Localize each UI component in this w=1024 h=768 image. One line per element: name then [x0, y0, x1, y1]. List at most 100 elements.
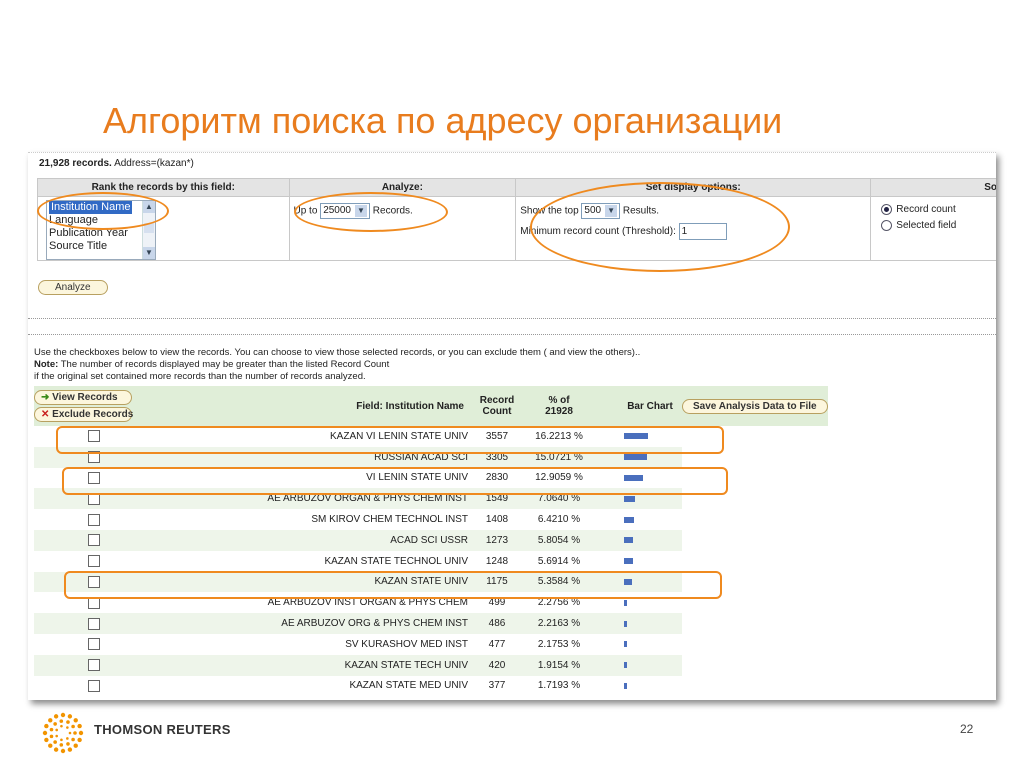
row-checkbox-cell [34, 613, 154, 634]
record-percent: 1.9154 % [522, 654, 596, 676]
field-header: Field: Institution Name [154, 386, 472, 426]
row-spacer [682, 530, 828, 551]
row-gap [596, 676, 618, 697]
row-gap [596, 613, 618, 634]
analysis-options-table: Rank the records by this field: Analyze:… [37, 178, 996, 261]
divider [28, 152, 996, 153]
institution-name: KAZAN STATE TECH UNIV [154, 654, 472, 676]
highlight-rank-field [37, 192, 169, 230]
save-analysis-button[interactable]: Save Analysis Data to File [682, 398, 828, 414]
row-checkbox[interactable] [88, 555, 100, 568]
logo-dot [48, 718, 53, 723]
bar-chart-bar [624, 495, 635, 502]
institution-name: SV KURASHOV MED INST [345, 638, 468, 650]
record-percent: 2.1753 % [537, 638, 581, 650]
row-checkbox[interactable] [88, 679, 100, 692]
highlight-display-options [530, 182, 790, 272]
brand-name: THOMSON REUTERS [94, 722, 231, 737]
logo-dot [66, 737, 69, 740]
pct-header-line: 21928 [545, 406, 573, 417]
table-row: SM KIROV CHEM TECHNOL INST 1408 6.4210 % [34, 509, 828, 530]
count-header: Record Count [472, 386, 522, 426]
record-count: 1248 [485, 555, 509, 567]
record-count: 1273 [472, 529, 522, 551]
institution-name: AE ARBUZOV ORG & PHYS CHEM INST [154, 613, 472, 634]
instructions-line: if the original set contained more recor… [34, 371, 366, 382]
row-checkbox[interactable] [88, 513, 100, 526]
row-checkbox-cell [34, 676, 154, 697]
institution-name: SM KIROV CHEM TECHNOL INST [311, 514, 468, 526]
logo-dot [53, 740, 57, 744]
bar-cell [618, 529, 682, 551]
row-checkbox[interactable] [88, 638, 100, 651]
record-count: 477 [488, 638, 506, 650]
sort-header: Sort by: [870, 178, 996, 197]
logo-dot [55, 734, 58, 738]
records-summary: 21,928 records. Address=(kazan*) [39, 158, 194, 169]
table-row: AE ARBUZOV ORG & PHYS CHEM INST 486 2.2163… [34, 613, 828, 634]
table-row: ACAD SCI USSR 1273 5.8054 % [34, 529, 828, 551]
radio-checked-icon[interactable] [881, 203, 893, 215]
logo-dot [67, 714, 73, 719]
logo-dot [71, 724, 75, 729]
bar-chart-bar [624, 558, 633, 565]
scroll-down-icon[interactable]: ▼ [143, 247, 155, 259]
radio-unchecked-icon[interactable] [881, 219, 893, 231]
bar-cell [618, 613, 682, 634]
row-gap [596, 551, 618, 572]
highlight-row [62, 467, 728, 495]
table-row: SV KURASHOV MED INST 477 2.1753 % [34, 634, 828, 655]
count-header-line: Record [479, 395, 515, 406]
view-records-label: View Records [52, 392, 118, 403]
row-spacer [682, 655, 828, 676]
sort-option-record-count[interactable]: Record count [871, 203, 996, 216]
instructions-line: Use the checkboxes below to view the rec… [34, 347, 641, 358]
table-row: KAZAN STATE TECHNOL UNIV 1248 5.6914 % [34, 551, 828, 572]
bar-cell [618, 634, 682, 655]
sort-option-selected-field[interactable]: Selected field [871, 219, 996, 232]
view-records-button[interactable]: ➜ View Records [34, 390, 132, 405]
note-label: Note: [34, 359, 59, 370]
bar-chart-bar [624, 662, 627, 669]
record-count: 486 [472, 613, 522, 634]
logo-dot [44, 723, 49, 729]
logo-dot [66, 726, 69, 729]
instructions: Use the checkboxes below to view the rec… [34, 347, 640, 383]
exclude-records-button[interactable]: ✕ Exclude Records [34, 407, 134, 422]
sort-option-label: Record count [896, 204, 956, 215]
logo-dot [60, 712, 66, 718]
pct-header: % of 21928 [522, 386, 596, 426]
records-count: 21,928 records. [39, 158, 112, 169]
slide-title: Алгоритм поиска по адресу организации [103, 100, 783, 141]
logo-dot [53, 714, 59, 719]
logo-dot [71, 737, 75, 742]
record-percent: 2.2163 % [522, 613, 596, 634]
highlight-row [64, 571, 722, 599]
row-checkbox[interactable] [88, 617, 100, 630]
highlight-analyze-limit [294, 192, 448, 232]
analyze-button[interactable]: Analyze [38, 280, 108, 295]
divider [28, 318, 996, 319]
row-spacer [682, 613, 828, 634]
logo-dot [73, 743, 78, 748]
bar-chart-bar [624, 454, 647, 461]
bar-chart-bar [624, 537, 633, 544]
rank-option[interactable]: Source Title [47, 240, 155, 253]
logo-dot [53, 747, 59, 752]
record-percent: 6.4210 % [537, 514, 581, 526]
row-gap [596, 529, 618, 551]
logo-dot [53, 722, 57, 726]
record-percent: 5.6914 % [537, 555, 581, 567]
bar-chart-bar [624, 641, 627, 648]
row-gap [596, 654, 618, 676]
logo-dot [42, 730, 48, 736]
table-row: KAZAN STATE MED UNIV 377 1.7193 % [34, 676, 828, 697]
logo-dot [59, 719, 64, 723]
row-checkbox-cell [34, 634, 154, 655]
row-checkbox[interactable] [88, 659, 100, 672]
row-spacer [682, 634, 828, 655]
page-number: 22 [960, 722, 974, 736]
bar-cell [618, 509, 682, 530]
exclude-records-label: Exclude Records [52, 409, 134, 420]
row-checkbox[interactable] [88, 534, 100, 547]
